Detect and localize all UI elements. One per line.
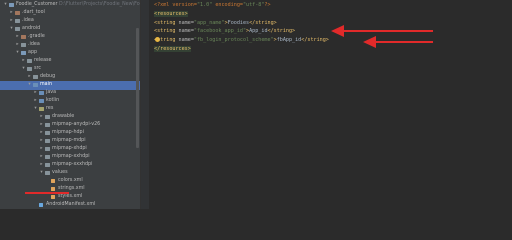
code-token: fbApp_id (276, 37, 302, 44)
code-token: </string> (301, 37, 329, 44)
code-token: <resources> (154, 10, 188, 17)
code-token: "fb_login_protocol_scheme" (193, 37, 274, 44)
code-token: "app_name" (193, 19, 225, 26)
code-line[interactable]: <string name="facebook_app_id">App_id</s… (154, 27, 295, 36)
code-token: Foodies (227, 19, 250, 26)
folder-icon (45, 163, 50, 168)
folder-source-icon (39, 99, 44, 104)
editor-gutter (141, 0, 149, 209)
xml-file-icon (51, 195, 55, 200)
code-token: App_id (249, 28, 268, 35)
folder-icon (45, 147, 50, 152)
folder-icon (21, 43, 26, 48)
folder-excluded-icon (15, 11, 20, 16)
annotation-underline (25, 191, 69, 194)
code-line[interactable]: </resources> (154, 45, 191, 54)
tree-row-label: AndroidManifest.xml (46, 202, 96, 207)
code-token: </string> (267, 28, 296, 35)
folder-icon (27, 67, 32, 72)
folder-icon (45, 131, 50, 136)
folder-icon (45, 115, 50, 120)
code-line[interactable]: <resources> (154, 10, 188, 19)
code-token: name= (178, 28, 194, 35)
code-editor[interactable]: <?xml version="1.0" encoding="utf-8"?> <r… (140, 0, 512, 209)
code-token: </string> (249, 19, 277, 26)
code-token: "1.0" (196, 2, 213, 8)
code-token: "facebook_app_id" (193, 28, 247, 35)
folder-excluded-icon (21, 35, 26, 40)
code-token: name= (178, 37, 194, 44)
folder-icon (45, 171, 50, 176)
folder-icon (45, 139, 50, 144)
folder-source-icon (33, 83, 38, 88)
code-line[interactable]: <string name="app_name">Foodies</string> (154, 19, 277, 28)
folder-icon (33, 75, 38, 80)
code-token: encoding= (212, 2, 243, 8)
code-token: <string (154, 37, 179, 44)
code-line[interactable]: <string name="fb_login_protocol_scheme">… (154, 36, 329, 45)
code-token: </resources> (154, 46, 191, 52)
folder-source-icon (39, 91, 44, 96)
code-token: <string (154, 19, 179, 26)
code-token: ?> (264, 2, 271, 8)
folder-icon (15, 19, 20, 24)
folder-icon (45, 155, 50, 160)
code-token: "utf-8" (242, 2, 265, 8)
folder-icon (45, 123, 50, 128)
code-token: <?xml version= (154, 2, 197, 8)
xml-file-icon (51, 179, 55, 184)
code-token: <string (154, 28, 179, 35)
arrow-shaft (343, 29, 433, 32)
manifest-file-icon (39, 203, 43, 208)
module-icon (21, 51, 26, 56)
code-token: name= (178, 19, 194, 26)
folder-icon (15, 27, 20, 32)
code-line[interactable]: <?xml version="1.0" encoding="utf-8"?> (154, 1, 271, 10)
arrow-head-icon (363, 35, 376, 48)
tree-row-androidmanifest-xml[interactable]: AndroidManifest.xml (0, 201, 140, 209)
folder-icon (27, 59, 32, 64)
arrow-shaft (375, 40, 433, 43)
project-tree-panel: ▾ Foodie_Customer D:\Flutter\Projects\Food… (0, 0, 140, 209)
module-icon (9, 3, 14, 8)
tree-scrollbar[interactable] (136, 28, 139, 148)
folder-resource-icon (39, 107, 44, 112)
arrow-head-icon (331, 24, 344, 37)
